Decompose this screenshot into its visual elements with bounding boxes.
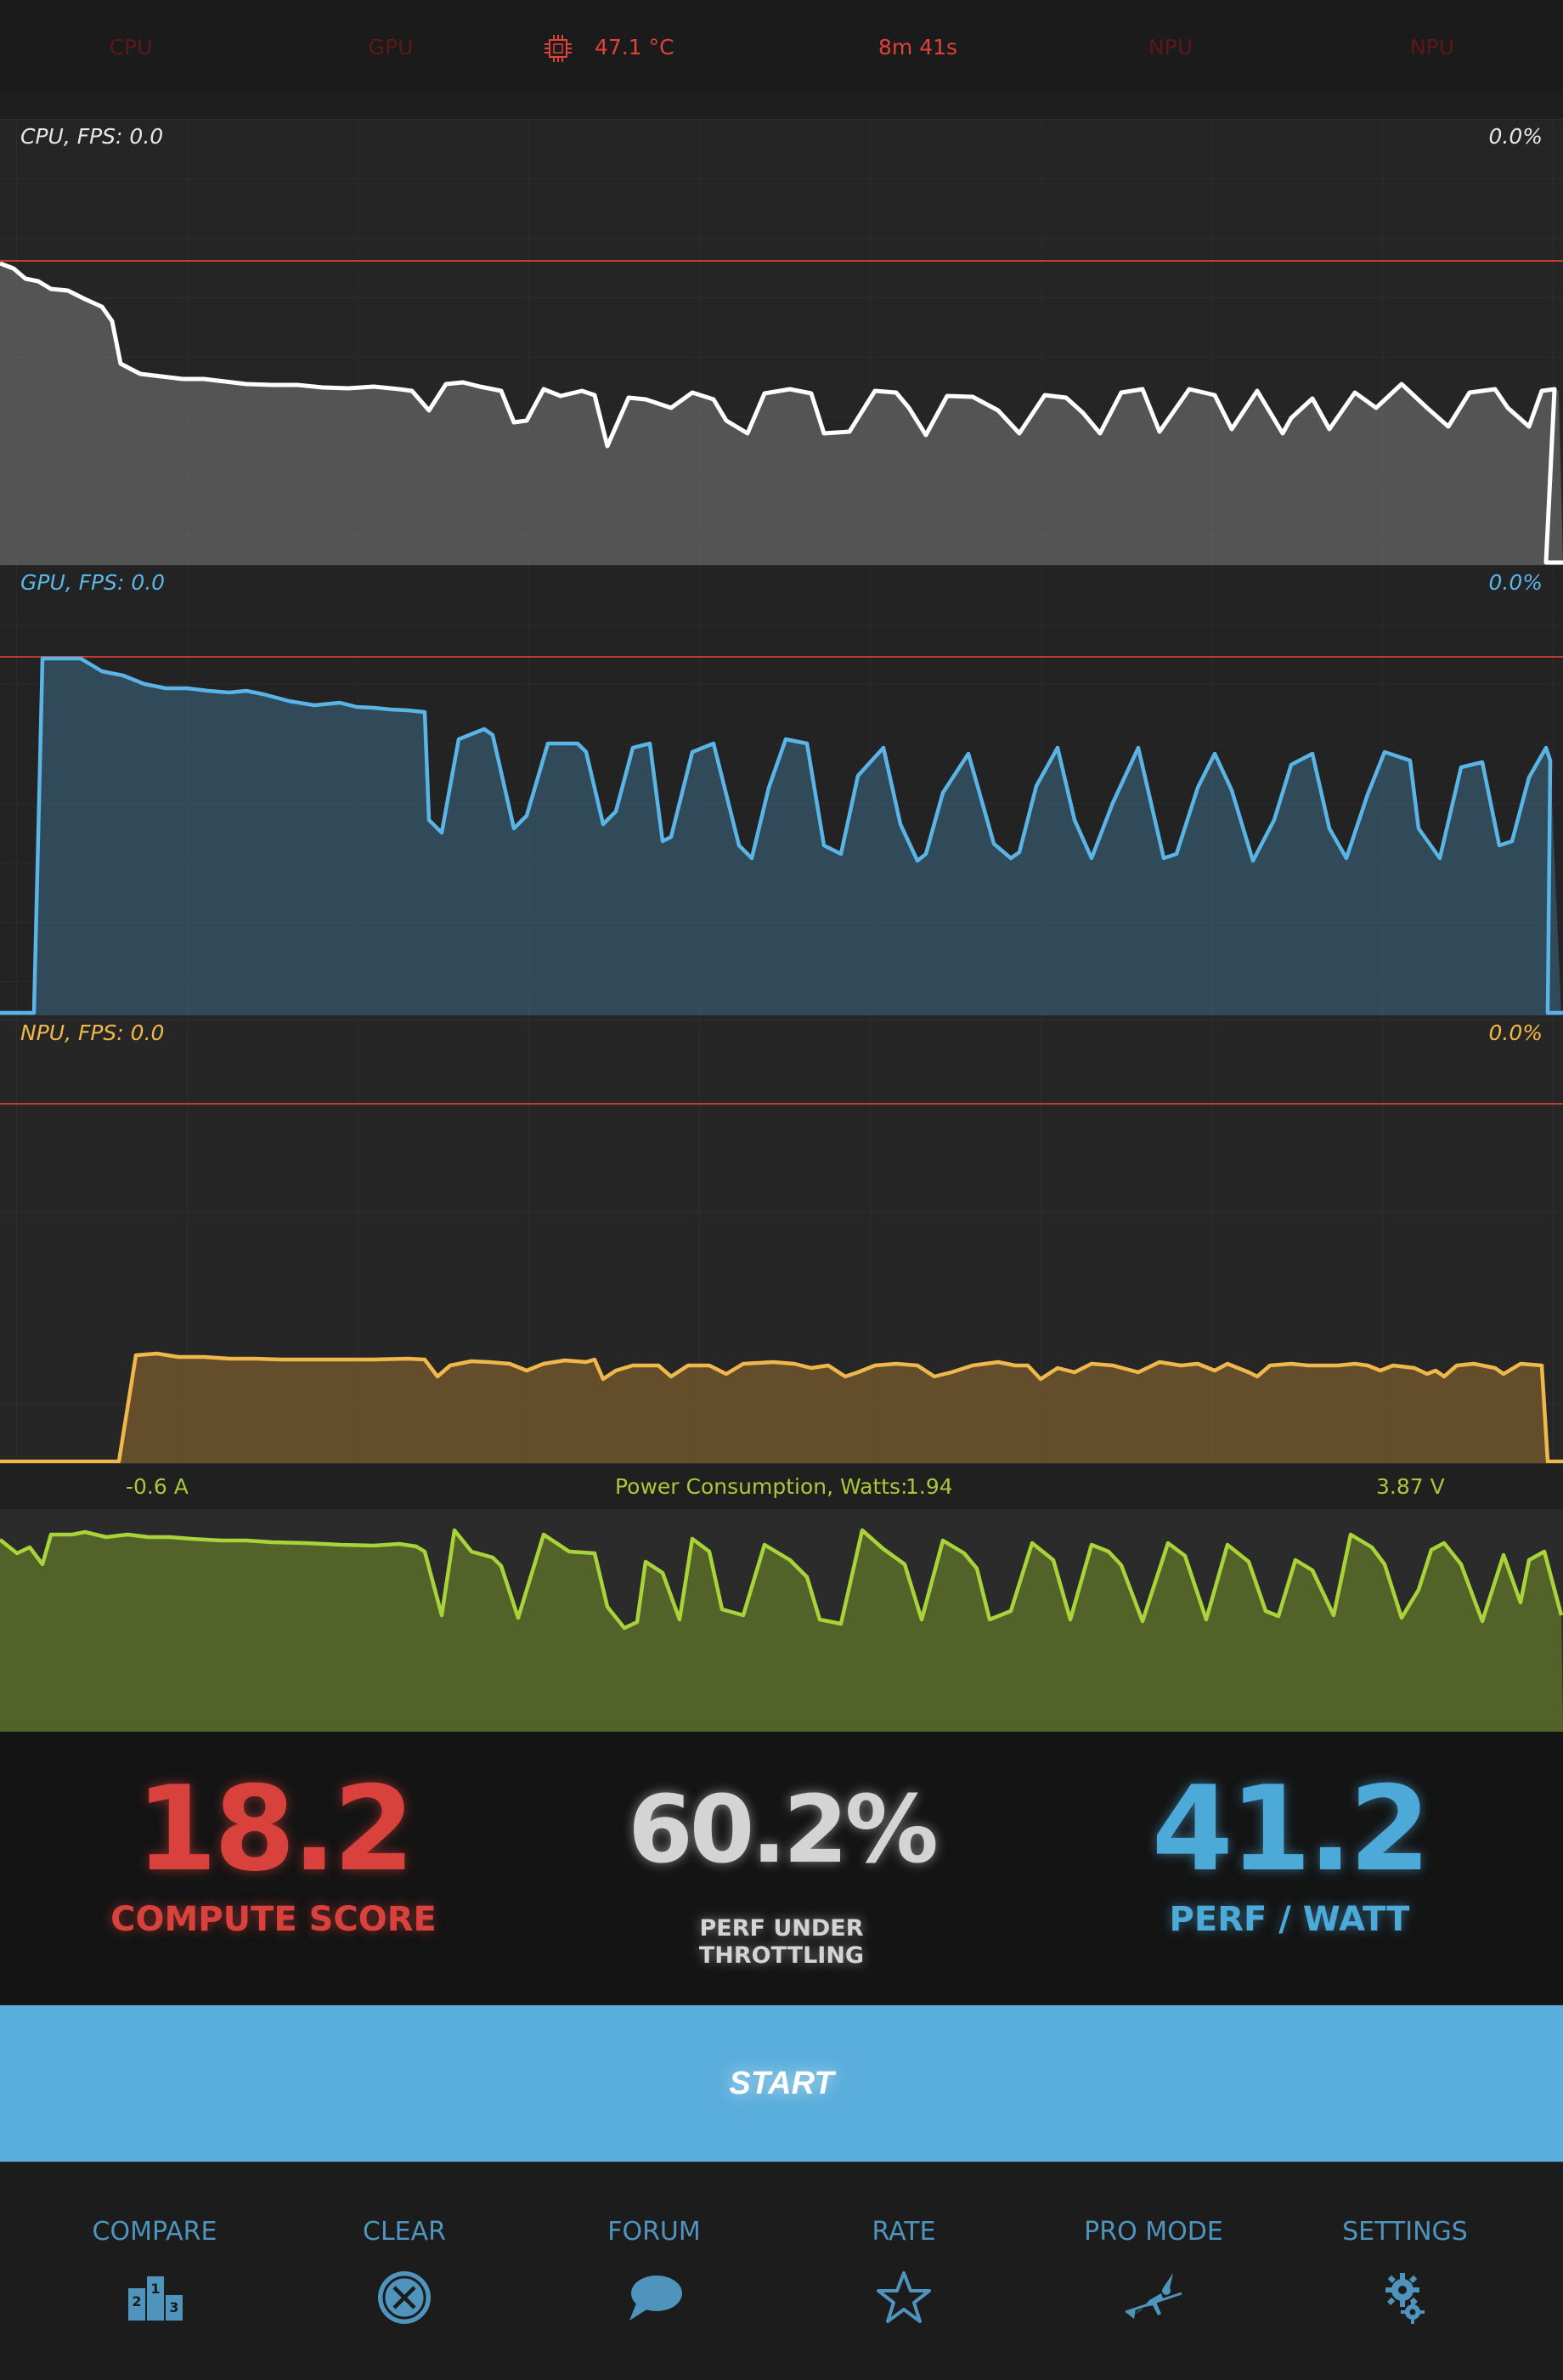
tab-gpu[interactable]: GPU xyxy=(306,29,476,66)
power-graph xyxy=(0,1509,1563,1732)
svg-text:2: 2 xyxy=(132,2293,141,2309)
podium-icon: 2 1 3 xyxy=(128,2276,183,2321)
nav-clear[interactable]: CLEAR xyxy=(294,2162,515,2380)
nav-settings[interactable]: SETTINGS xyxy=(1295,2162,1515,2380)
compute-score-block: 18.2 COMPUTE SCORE xyxy=(53,1761,494,1940)
nav-forum-label: FORUM xyxy=(607,2217,701,2247)
tab-npu-2[interactable]: NPU xyxy=(1347,29,1517,66)
tab-npu[interactable]: NPU xyxy=(1086,29,1255,66)
clear-icon xyxy=(378,2271,431,2324)
witch-icon xyxy=(1125,2273,1182,2319)
gpu-graph xyxy=(0,565,1563,1015)
npu-graph-panel: NPU, FPS: 0.0 0.0% xyxy=(0,1015,1563,1463)
gpu-graph-panel: GPU, FPS: 0.0 0.0% xyxy=(0,565,1563,1015)
top-bar: CPU GPU 47.1 °C 8m 41s NPU NPU xyxy=(0,0,1563,94)
nav-settings-label: SETTINGS xyxy=(1342,2217,1468,2247)
nav-rate[interactable]: RATE xyxy=(793,2162,1014,2380)
power-label: Power Consumption, Watts: xyxy=(615,1474,908,1499)
nav-forum[interactable]: FORUM xyxy=(544,2162,765,2380)
npu-series-area xyxy=(0,1354,1563,1463)
throttling-value: 60.2% xyxy=(628,1775,939,1884)
star-icon xyxy=(877,2271,931,2323)
speech-bubble-icon xyxy=(629,2275,682,2321)
npu-percent: 0.0% xyxy=(1488,1020,1543,1045)
power-graph-panel xyxy=(0,1509,1563,1732)
scores-section: 18.2 COMPUTE SCORE 60.2% PERF UNDER THRO… xyxy=(0,1732,1563,2004)
elapsed-time: 8m 41s xyxy=(878,35,958,59)
svg-text:3: 3 xyxy=(169,2299,178,2315)
throttling-block: 60.2% PERF UNDER THROTTLING xyxy=(561,1766,1002,1970)
nav-compare-label: COMPARE xyxy=(92,2217,217,2247)
gear-icon xyxy=(1385,2273,1425,2324)
power-header: -0.6 A Power Consumption, Watts: 1.94 3.… xyxy=(0,1463,1563,1510)
throttling-label: PERF UNDER THROTTLING xyxy=(561,1915,1002,1970)
perf-watt-block: 41.2 PERF / WATT xyxy=(1069,1761,1510,1940)
temperature-readout: 47.1 °C xyxy=(595,35,674,59)
cpu-graph xyxy=(0,119,1563,565)
voltage-readout: 3.87 V xyxy=(1376,1474,1445,1499)
gpu-percent: 0.0% xyxy=(1488,570,1543,595)
nav-clear-label: CLEAR xyxy=(363,2217,446,2247)
gpu-fps-label: GPU, FPS: 0.0 xyxy=(20,570,166,595)
nav-pro-mode[interactable]: PRO MODE xyxy=(1043,2162,1264,2380)
compute-score-value: 18.2 xyxy=(135,1761,415,1897)
throttling-label-line1: PERF UNDER xyxy=(699,1915,864,1942)
perf-watt-value: 41.2 xyxy=(1151,1761,1431,1897)
npu-fps-label: NPU, FPS: 0.0 xyxy=(20,1020,165,1045)
cpu-percent: 0.0% xyxy=(1488,124,1543,149)
bottom-nav: COMPARE 2 1 3 CLEAR FORUM RATE PRO MODE xyxy=(0,2162,1563,2380)
nav-pro-mode-label: PRO MODE xyxy=(1084,2217,1223,2247)
nav-compare[interactable]: COMPARE 2 1 3 xyxy=(44,2162,265,2380)
throttling-label-line2: THROTTLING xyxy=(698,1942,865,1969)
svg-text:1: 1 xyxy=(150,2281,160,2297)
start-button-label: START xyxy=(729,2065,834,2101)
cpu-graph-panel: CPU, FPS: 0.0 0.0% xyxy=(0,119,1563,565)
power-watts: 1.94 xyxy=(906,1474,953,1499)
compute-score-label: COMPUTE SCORE xyxy=(110,1900,437,1939)
chip-icon xyxy=(545,35,572,62)
start-button[interactable]: START xyxy=(0,2005,1563,2162)
tab-cpu[interactable]: CPU xyxy=(46,29,216,66)
cpu-fps-label: CPU, FPS: 0.0 xyxy=(20,124,164,149)
npu-graph xyxy=(0,1015,1563,1463)
nav-rate-label: RATE xyxy=(872,2217,936,2247)
current-readout: -0.6 A xyxy=(126,1474,189,1499)
perf-watt-label: PERF / WATT xyxy=(1169,1900,1410,1939)
